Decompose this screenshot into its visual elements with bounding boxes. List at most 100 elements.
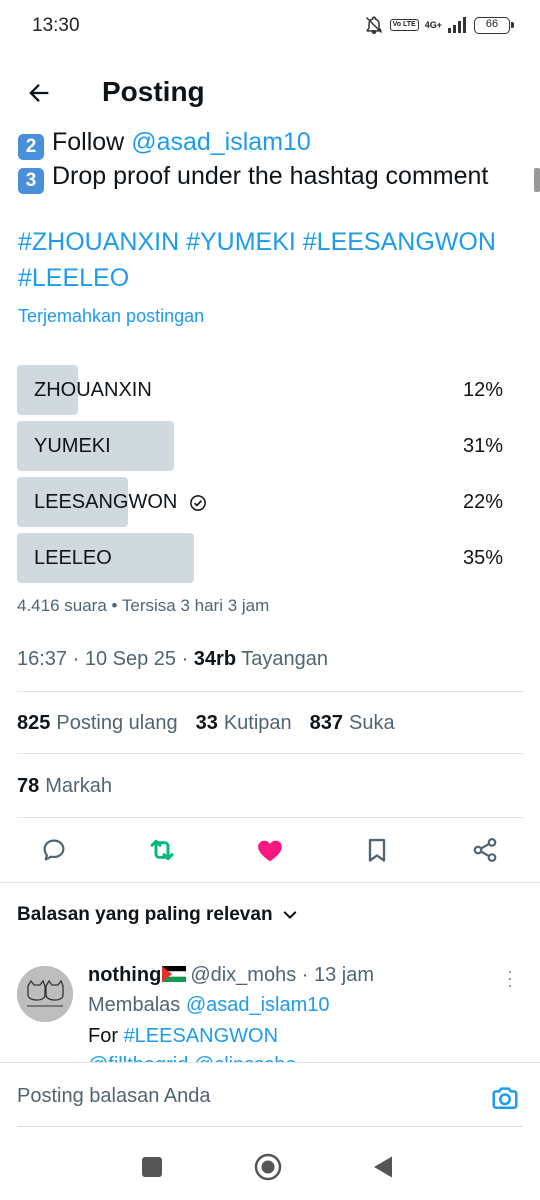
post-timestamp: 16:37 · 10 Sep 25 · 34rb Tayangan (17, 648, 328, 671)
likes-count: 837 (309, 712, 344, 734)
likes-stat[interactable]: 837 Suka (310, 712, 395, 735)
signal-icon (448, 17, 466, 33)
bookmarks-count: 78 (17, 775, 40, 797)
comment-icon (43, 839, 65, 861)
poll-option-percent: 31% (462, 435, 503, 457)
avatar-cats-icon (17, 966, 73, 1022)
hashtag-links[interactable]: #ZHOUANXIN #YUMEKI #LEESANGWON #LEELEO (18, 224, 528, 296)
poll-option-label: ZHOUANXIN (34, 379, 152, 402)
replying-to-handle[interactable]: @asad_islam10 (186, 994, 330, 1016)
engagement-stats: 825 Posting ulang 33 Kutipan 837 Suka (17, 712, 395, 735)
home-button[interactable] (253, 1152, 283, 1182)
status-time: 13:30 (32, 15, 80, 36)
bookmarks-stat[interactable]: 78 Markah (17, 775, 112, 798)
tweet-line-follow: 2 Follow @asad_islam10 (18, 130, 311, 160)
share-icon (473, 838, 497, 862)
replying-to-label: Membalas (88, 994, 186, 1016)
app-header: Posting (0, 52, 540, 130)
poll-option-text: ZHOUANXIN (34, 379, 152, 401)
poll-option: LEESANGWON 22% (17, 477, 522, 527)
more-options-button[interactable]: · · · (506, 962, 514, 994)
triangle-back-icon (374, 1156, 392, 1178)
tweet-text: Follow (52, 130, 132, 156)
share-button[interactable] (468, 833, 502, 867)
reply-header: nothing @dix_mohs · 13 jam (88, 964, 374, 987)
views-count: 34rb (193, 648, 237, 670)
replies-sort-label: Balasan yang paling relevan (17, 904, 273, 925)
recents-button[interactable] (137, 1152, 167, 1182)
more-vertical-icon: · · · (507, 961, 513, 995)
mute-bell-icon (365, 16, 382, 35)
poll-option-percent: 22% (462, 491, 503, 513)
replying-to: Membalas @asad_islam10 (88, 994, 330, 1017)
back-button[interactable] (20, 74, 58, 112)
keycap-2-icon: 2 (18, 134, 44, 160)
poll-option-percent: 12% (462, 379, 503, 401)
reply-button[interactable] (37, 833, 71, 867)
chevron-down-icon (283, 911, 296, 919)
reply-hashtag[interactable]: #LEESANGWON (124, 1025, 278, 1047)
repost-button[interactable] (145, 833, 179, 867)
keycap-3-icon: 3 (18, 168, 44, 194)
camera-button[interactable] (490, 1083, 520, 1113)
bookmark-icon (368, 838, 386, 862)
bookmarks-label: Markah (45, 775, 112, 797)
bookmark-stats: 78 Markah (17, 775, 112, 798)
status-bar: 13:30 Vo LTE 4G+ 66 (0, 0, 540, 52)
reposts-stat[interactable]: 825 Posting ulang (17, 712, 178, 735)
heart-filled-icon (258, 840, 282, 862)
reposts-label: Posting ulang (56, 712, 178, 734)
page-title: Posting (102, 76, 205, 107)
reply-input[interactable]: Posting balasan Anda (17, 1085, 211, 1108)
avatar[interactable] (17, 966, 73, 1022)
divider (17, 1126, 523, 1127)
divider (17, 753, 523, 754)
arrow-left-icon (29, 84, 49, 102)
poll-option-label: YUMEKI (34, 435, 111, 458)
status-icons: Vo LTE 4G+ 66 (364, 15, 514, 35)
square-icon (142, 1157, 162, 1177)
reply-author-name[interactable]: nothing (88, 964, 161, 986)
reply-compose-bar: Posting balasan Anda (0, 1062, 540, 1128)
post-time-date: 16:37 · 10 Sep 25 · (17, 648, 194, 670)
camera-icon (492, 1087, 518, 1109)
network-type: 4G+ (424, 19, 442, 30)
reply-text: For #LEESANGWON (88, 1025, 278, 1048)
like-button[interactable] (253, 833, 287, 867)
poll: ZHOUANXIN 12% YUMEKI 31% LEESANGWON 22% … (17, 365, 522, 589)
poll-option: LEELEO 35% (17, 533, 522, 583)
divider (0, 882, 540, 883)
reposts-count: 825 (17, 712, 51, 734)
bookmark-button[interactable] (360, 833, 394, 867)
battery-icon: 66 (474, 16, 514, 34)
reply-mentions[interactable]: @fillthegrid @clipsscho (88, 1054, 296, 1062)
quotes-count: 33 (195, 712, 218, 734)
divider (17, 691, 523, 692)
replies-sort-dropdown[interactable]: Balasan yang paling relevan (17, 904, 299, 926)
quotes-label: Kutipan (223, 712, 292, 734)
quotes-stat[interactable]: 33 Kutipan (196, 712, 292, 735)
poll-meta: 4.416 suara • Tersisa 3 hari 3 jam (17, 596, 270, 615)
mention-link[interactable]: @asad_islam10 (131, 130, 311, 156)
tweet-text: Drop proof under the hashtag comment (52, 162, 489, 190)
reply-item[interactable]: nothing @dix_mohs · 13 jam · · · Membalas … (0, 958, 540, 1062)
poll-option: ZHOUANXIN 12% (17, 365, 522, 415)
poll-option-label: LEESANGWON (34, 491, 207, 514)
divider (17, 817, 523, 818)
volte-icon: Vo LTE (389, 19, 419, 31)
scrollbar[interactable] (534, 168, 540, 192)
check-circle-icon (190, 494, 207, 511)
palestine-flag-icon (162, 966, 187, 982)
back-nav-button[interactable] (368, 1152, 398, 1182)
system-nav-bar (0, 1132, 540, 1200)
translate-post-link[interactable]: Terjemahkan postingan (18, 306, 204, 327)
poll-option-text: LEELEO (34, 547, 112, 569)
post-detail[interactable]: 2 Follow @asad_islam10 3 Drop proof under … (0, 130, 540, 1062)
poll-option-label: LEELEO (34, 547, 112, 570)
views-label: Tayangan (241, 648, 328, 670)
poll-option: YUMEKI 31% (17, 421, 522, 471)
reply-text-prefix: For (88, 1025, 124, 1047)
tweet-line-proof: 3 Drop proof under the hashtag comment (18, 162, 488, 194)
poll-option-text: YUMEKI (34, 435, 111, 457)
likes-label: Suka (349, 712, 395, 734)
